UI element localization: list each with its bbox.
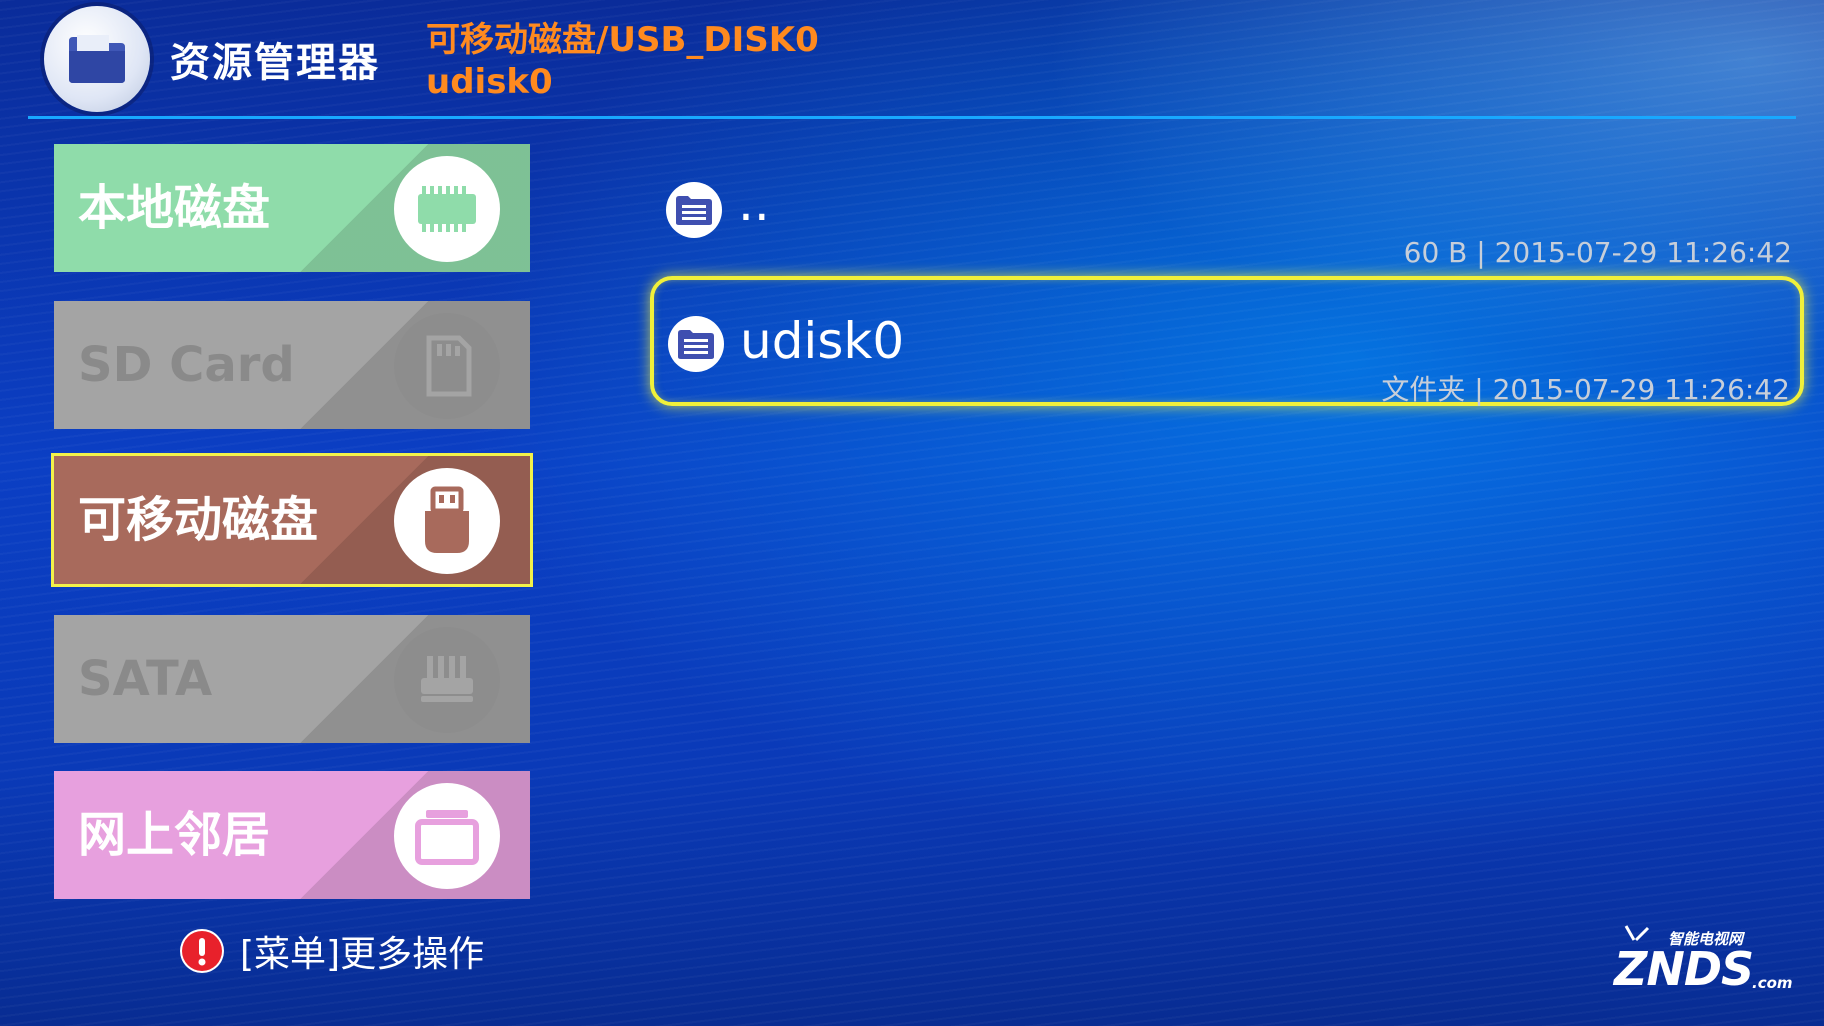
folder-doc-icon [666,182,722,238]
znds-watermark-logo: 智能电视网 ZNDS .com [1612,924,1793,1000]
current-folder-name: udisk0 [426,62,553,102]
sidebar-item-sd-card[interactable]: SD Card [54,301,530,429]
file-meta: 文件夹 | 2015-07-29 11:26:42 [1381,373,1790,406]
watermark-suffix: .com [1752,974,1793,992]
sidebar-item-label: 本地磁盘 [78,180,271,236]
alert-icon [180,929,224,973]
header-divider [28,116,1796,119]
usb-drive-icon [394,468,500,574]
sidebar-item-removable-disk[interactable]: 可移动磁盘 [54,456,530,584]
network-monitor-icon [394,783,500,889]
app-title: 资源管理器 [170,40,380,86]
file-name: udisk0 [740,312,905,370]
sidebar-item-label: SD Card [78,337,295,393]
file-row-parent-directory[interactable]: .. 60 B | 2015-07-29 11:26:42 [650,160,1804,290]
sd-card-icon [394,313,500,419]
current-path: 可移动磁盘/USB_DISK0 [426,20,819,60]
file-manager-logo-icon [44,6,150,112]
menu-hint-text: [菜单]更多操作 [240,934,485,975]
sidebar-item-sata[interactable]: SATA [54,615,530,743]
sidebar-item-label: 可移动磁盘 [78,492,319,548]
file-row-udisk0[interactable]: udisk0 文件夹 | 2015-07-29 11:26:42 [650,276,1804,406]
sidebar-item-label: 网上邻居 [78,807,271,863]
sata-connector-icon [394,627,500,733]
menu-hint: [菜单]更多操作 [180,928,485,975]
watermark-brand: ZNDS [1614,942,1754,996]
file-meta: 60 B | 2015-07-29 11:26:42 [1403,236,1792,269]
sidebar-item-network-neighborhood[interactable]: 网上邻居 [54,771,530,899]
file-name: .. [738,174,770,232]
sidebar-item-label: SATA [78,651,213,707]
folder-doc-icon [668,316,724,372]
sidebar-item-local-disk[interactable]: 本地磁盘 [54,144,530,272]
memory-chip-icon [394,156,500,262]
